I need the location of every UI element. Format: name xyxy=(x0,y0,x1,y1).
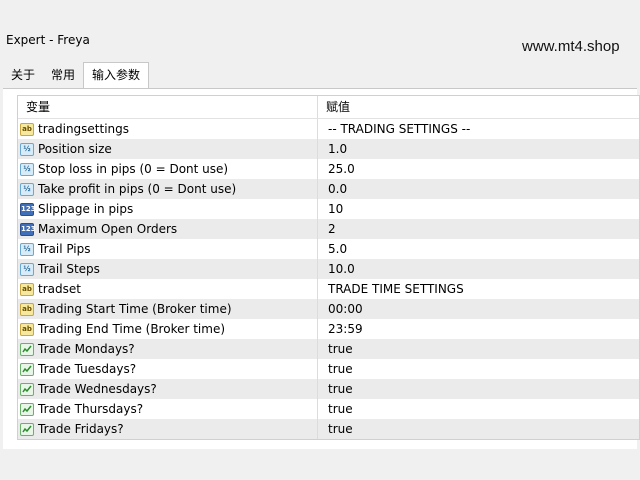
table-header: 变量 赋值 xyxy=(18,96,639,119)
table-row[interactable]: ab Trading End Time (Broker time) 23:59 xyxy=(18,319,639,339)
parameter-name: Position size xyxy=(38,142,112,156)
parameter-value[interactable]: TRADE TIME SETTINGS xyxy=(318,279,639,299)
table-row[interactable]: ½ Stop loss in pips (0 = Dont use) 25.0 xyxy=(18,159,639,179)
parameter-value[interactable]: 10 xyxy=(318,199,639,219)
tab-common[interactable]: 常用 xyxy=(43,63,83,87)
watermark: www.mt4.shop xyxy=(522,38,620,55)
table-row[interactable]: Trade Mondays? true xyxy=(18,339,639,359)
parameter-name: Trade Tuesdays? xyxy=(38,362,137,376)
double-icon: ½ xyxy=(20,142,34,156)
integer-icon: 123 xyxy=(20,222,36,236)
parameter-name: Trading Start Time (Broker time) xyxy=(38,302,232,316)
tab-about[interactable]: 关于 xyxy=(3,63,43,87)
table-row[interactable]: ab tradset TRADE TIME SETTINGS xyxy=(18,279,639,299)
string-icon: ab xyxy=(20,302,34,316)
table-row[interactable]: ½ Take profit in pips (0 = Dont use) 0.0 xyxy=(18,179,639,199)
parameter-name-cell: Trade Thursdays? xyxy=(18,399,318,419)
parameter-value[interactable]: -- TRADING SETTINGS -- xyxy=(318,119,639,139)
integer-icon: 123 xyxy=(20,202,36,216)
header-value[interactable]: 赋值 xyxy=(318,96,639,118)
parameter-value[interactable]: true xyxy=(318,379,639,399)
table-row[interactable]: Trade Tuesdays? true xyxy=(18,359,639,379)
parameter-name: Trade Wednesdays? xyxy=(38,382,157,396)
bool-icon xyxy=(20,382,34,396)
table-row[interactable]: ab tradingsettings -- TRADING SETTINGS -- xyxy=(18,119,639,139)
parameter-name-cell: Trade Tuesdays? xyxy=(18,359,318,379)
table-row[interactable]: ½ Trail Steps 10.0 xyxy=(18,259,639,279)
bool-icon xyxy=(20,402,34,416)
parameter-name: Trading End Time (Broker time) xyxy=(38,322,226,336)
parameter-name-cell: Trade Wednesdays? xyxy=(18,379,318,399)
parameter-value[interactable]: 00:00 xyxy=(318,299,639,319)
parameter-name-cell: ab tradingsettings xyxy=(18,119,318,139)
parameter-name: Trail Pips xyxy=(38,242,91,256)
parameter-value[interactable]: 0.0 xyxy=(318,179,639,199)
parameter-name-cell: 123 Slippage in pips xyxy=(18,199,318,219)
table-row[interactable]: 123 Maximum Open Orders 2 xyxy=(18,219,639,239)
parameter-name: Trade Fridays? xyxy=(38,422,124,436)
table-row[interactable]: Trade Thursdays? true xyxy=(18,399,639,419)
parameter-name-cell: ab Trading End Time (Broker time) xyxy=(18,319,318,339)
double-icon: ½ xyxy=(20,242,34,256)
table-body: ab tradingsettings -- TRADING SETTINGS -- ½… xyxy=(18,119,639,439)
parameters-table: 变量 赋值 ab tradingsettings -- TRADING SETTIN… xyxy=(17,95,640,440)
parameter-name: tradset xyxy=(38,282,81,296)
parameter-name-cell: ½ Position size xyxy=(18,139,318,159)
parameter-value[interactable]: 2 xyxy=(318,219,639,239)
parameter-name-cell: ½ Stop loss in pips (0 = Dont use) xyxy=(18,159,318,179)
parameter-name: Trade Thursdays? xyxy=(38,402,144,416)
parameter-value[interactable]: 1.0 xyxy=(318,139,639,159)
bool-icon xyxy=(20,342,34,356)
string-icon: ab xyxy=(20,322,34,336)
parameter-value[interactable]: 5.0 xyxy=(318,239,639,259)
parameter-name-cell: ½ Trail Pips xyxy=(18,239,318,259)
parameter-value[interactable]: 23:59 xyxy=(318,319,639,339)
inputs-panel: 变量 赋值 ab tradingsettings -- TRADING SETTIN… xyxy=(3,88,640,449)
parameter-name: tradingsettings xyxy=(38,122,130,136)
table-row[interactable]: ab Trading Start Time (Broker time) 00:00 xyxy=(18,299,639,319)
parameter-name-cell: 123 Maximum Open Orders xyxy=(18,219,318,239)
double-icon: ½ xyxy=(20,262,34,276)
tab-bar: 关于 常用 输入参数 xyxy=(3,62,150,89)
bool-icon xyxy=(20,362,34,376)
parameter-name-cell: ½ Trail Steps xyxy=(18,259,318,279)
parameter-value[interactable]: true xyxy=(318,339,639,359)
parameter-name-cell: ab tradset xyxy=(18,279,318,299)
parameter-name-cell: ½ Take profit in pips (0 = Dont use) xyxy=(18,179,318,199)
parameter-name-cell: ab Trading Start Time (Broker time) xyxy=(18,299,318,319)
table-row[interactable]: 123 Slippage in pips 10 xyxy=(18,199,639,219)
table-row[interactable]: ½ Position size 1.0 xyxy=(18,139,639,159)
parameter-value[interactable]: 25.0 xyxy=(318,159,639,179)
parameter-name: Take profit in pips (0 = Dont use) xyxy=(38,182,237,196)
parameter-value[interactable]: true xyxy=(318,419,639,439)
header-variable[interactable]: 变量 xyxy=(18,96,318,118)
double-icon: ½ xyxy=(20,182,34,196)
bool-icon xyxy=(20,422,34,436)
string-icon: ab xyxy=(20,122,34,136)
parameter-value[interactable]: 10.0 xyxy=(318,259,639,279)
table-row[interactable]: ½ Trail Pips 5.0 xyxy=(18,239,639,259)
parameter-name: Stop loss in pips (0 = Dont use) xyxy=(38,162,229,176)
parameter-name-cell: Trade Fridays? xyxy=(18,419,318,439)
parameter-name-cell: Trade Mondays? xyxy=(18,339,318,359)
parameter-name: Trade Mondays? xyxy=(38,342,135,356)
table-row[interactable]: Trade Wednesdays? true xyxy=(18,379,639,399)
tab-inputs[interactable]: 输入参数 xyxy=(83,62,150,89)
parameter-value[interactable]: true xyxy=(318,399,639,419)
double-icon: ½ xyxy=(20,162,34,176)
window-title: Expert - Freya xyxy=(6,33,90,47)
string-icon: ab xyxy=(20,282,34,296)
parameter-name: Maximum Open Orders xyxy=(38,222,178,236)
parameter-value[interactable]: true xyxy=(318,359,639,379)
table-row[interactable]: Trade Fridays? true xyxy=(18,419,639,439)
parameter-name: Trail Steps xyxy=(38,262,100,276)
parameter-name: Slippage in pips xyxy=(38,202,134,216)
